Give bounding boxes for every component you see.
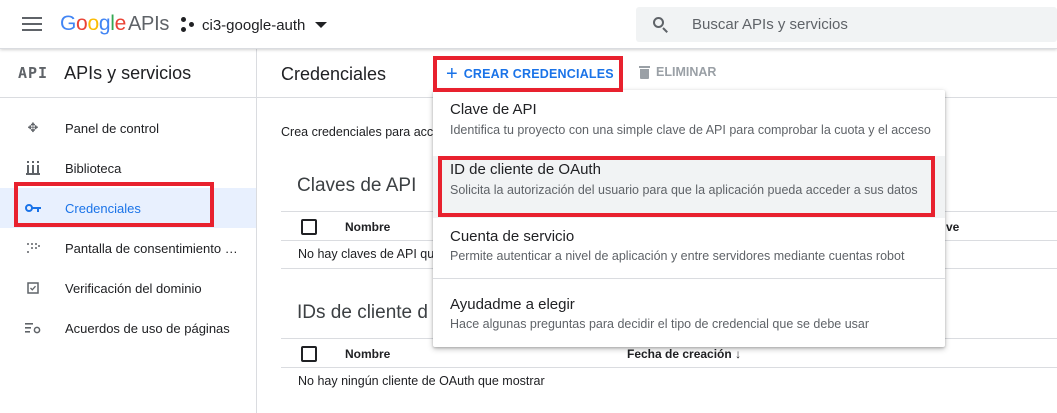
menu-item-title: Clave de API bbox=[450, 101, 537, 118]
menu-item-help-me-choose[interactable]: Ayudadme a elegir Hace algunas preguntas… bbox=[433, 286, 945, 342]
highlight-create-credentials bbox=[433, 56, 623, 92]
sidebar-item-label: Pantalla de consentimiento … bbox=[65, 240, 238, 256]
logo-suffix: APIs bbox=[127, 13, 170, 35]
menu-item-description: Hace algunas preguntas para decidir el t… bbox=[450, 317, 870, 331]
menu-item-title: Cuenta de servicio bbox=[450, 228, 575, 245]
menu-item-description: Permite autenticar a nivel de aplicación… bbox=[450, 249, 905, 263]
dashboard-icon: ✥ bbox=[27, 120, 39, 135]
consent-icon bbox=[24, 239, 42, 257]
search-bar[interactable] bbox=[636, 7, 1057, 42]
delete-label: ELIMINAR bbox=[656, 65, 717, 79]
library-icon bbox=[24, 159, 42, 177]
arrow-down-icon: ↓ bbox=[735, 347, 742, 361]
sidebar-item-consent-screen[interactable]: Pantalla de consentimiento … bbox=[0, 228, 256, 268]
intro-text: Crea credenciales para acc bbox=[281, 125, 434, 139]
select-all-checkbox[interactable] bbox=[301, 219, 317, 235]
logo-letter: g bbox=[98, 12, 111, 35]
column-header-label: Fecha de creación bbox=[627, 347, 732, 361]
domain-check-icon bbox=[24, 279, 42, 297]
google-apis-logo[interactable]: Google APIs bbox=[60, 12, 169, 36]
sidebar: API APIs y servicios ✥ Panel de control … bbox=[0, 49, 257, 413]
sidebar-header: API APIs y servicios bbox=[0, 49, 256, 98]
sidebar-item-domain-verification[interactable]: Verificación del dominio bbox=[0, 268, 256, 308]
select-all-checkbox[interactable] bbox=[301, 346, 317, 362]
api-icon: API bbox=[18, 64, 49, 82]
api-keys-empty-message: No hay claves de API qu bbox=[298, 247, 435, 261]
highlight-credentials bbox=[14, 182, 214, 227]
logo-letter: e bbox=[114, 12, 127, 35]
sidebar-title: APIs y servicios bbox=[64, 62, 192, 83]
column-header-key[interactable]: ve bbox=[946, 220, 959, 234]
search-input[interactable] bbox=[692, 16, 1032, 33]
top-bar: Google APIs ci3-google-auth bbox=[0, 0, 1057, 49]
create-credentials-menu: Clave de API Identifica tu proyecto con … bbox=[433, 90, 945, 347]
column-header-creation-date[interactable]: Fecha de creación ↓ bbox=[627, 347, 741, 361]
project-selector[interactable]: ci3-google-auth bbox=[180, 13, 328, 37]
highlight-oauth-client-id bbox=[438, 156, 935, 217]
column-header-name[interactable]: Nombre bbox=[345, 347, 390, 361]
oauth-empty-message: No hay ningún cliente de OAuth que mostr… bbox=[298, 374, 545, 388]
search-icon bbox=[652, 16, 670, 34]
settings-list-icon bbox=[24, 319, 42, 337]
menu-item-title: Ayudadme a elegir bbox=[450, 296, 575, 313]
menu-item-api-key[interactable]: Clave de API Identifica tu proyecto con … bbox=[433, 90, 945, 156]
oauth-clients-title: IDs de cliente d bbox=[297, 302, 428, 323]
sidebar-item-label: Verificación del dominio bbox=[65, 280, 202, 296]
logo-letter: G bbox=[60, 12, 77, 35]
logo-letter: o bbox=[76, 12, 88, 35]
menu-icon[interactable] bbox=[22, 17, 42, 31]
chevron-down-icon bbox=[315, 22, 328, 28]
page-title: Credenciales bbox=[281, 64, 387, 84]
logo-letter: o bbox=[87, 12, 99, 35]
menu-item-description: Identifica tu proyecto con una simple cl… bbox=[450, 123, 931, 137]
trash-icon bbox=[639, 65, 650, 79]
project-name: ci3-google-auth bbox=[202, 16, 306, 34]
sidebar-item-dashboard[interactable]: ✥ Panel de control bbox=[0, 108, 256, 148]
column-header-name[interactable]: Nombre bbox=[345, 220, 390, 234]
menu-item-service-account[interactable]: Cuenta de servicio Permite autenticar a … bbox=[433, 218, 945, 274]
api-keys-title: Claves de API bbox=[297, 175, 417, 196]
sidebar-item-page-usage-agreements[interactable]: Acuerdos de uso de páginas bbox=[0, 308, 256, 348]
sidebar-item-label: Panel de control bbox=[65, 120, 159, 136]
project-dots-icon bbox=[180, 17, 196, 33]
menu-divider bbox=[433, 278, 945, 279]
sidebar-item-label: Acuerdos de uso de páginas bbox=[65, 320, 230, 336]
sidebar-item-label: Biblioteca bbox=[65, 160, 122, 176]
delete-button[interactable]: ELIMINAR bbox=[639, 65, 716, 79]
